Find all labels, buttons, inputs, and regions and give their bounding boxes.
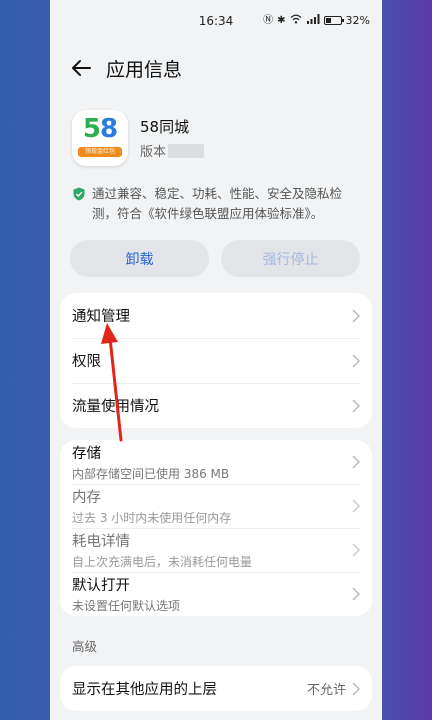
chevron-right-icon xyxy=(352,354,360,367)
open-by-default-item[interactable]: 默认打开 未设置任何默认选项 xyxy=(60,572,372,616)
action-buttons: 卸载 强行停止 xyxy=(50,224,382,277)
signal-icon xyxy=(306,14,320,27)
status-icons: Ⓝ ✱ 32% xyxy=(263,14,370,27)
display-over-other-apps-item[interactable]: 显示在其他应用的上层 不允许 xyxy=(60,666,372,711)
phone-screen: 16:34 Ⓝ ✱ 32% 应用信息 58 领现金红包 58同城 版本 通过兼容… xyxy=(50,0,382,720)
battery-icon xyxy=(323,16,344,25)
certification-text: 通过兼容、稳定、功耗、性能、安全及隐私检测，符合《软件绿色联盟应用体验标准》。 xyxy=(92,186,343,221)
list-item-value: 不允许 xyxy=(306,683,346,698)
list-item-label: 显示在其他应用的上层 xyxy=(72,682,217,698)
uninstall-button[interactable]: 卸载 xyxy=(70,240,209,277)
list-item-label: 权限 xyxy=(72,354,101,370)
chevron-right-icon xyxy=(352,682,360,695)
shield-check-icon xyxy=(73,187,85,201)
chevron-right-icon xyxy=(352,455,360,469)
app-summary: 58 领现金红包 58同城 版本 xyxy=(50,90,382,168)
battery-percent: 32% xyxy=(345,14,370,27)
chevron-right-icon xyxy=(352,499,360,513)
list-item-subtitle: 自上次充满电后，未消耗任何电量 xyxy=(72,555,253,569)
settings-card-usage: 存储 内部存储空间已使用 386 MB 内存 过去 3 小时内未使用任何内存 耗… xyxy=(60,440,372,616)
app-logo: 58 领现金红包 xyxy=(72,110,128,166)
chevron-right-icon xyxy=(352,587,360,601)
app-name: 58同城 xyxy=(140,118,190,136)
settings-card-advanced: 显示在其他应用的上层 不允许 xyxy=(60,666,372,711)
list-item-subtitle: 过去 3 小时内未使用任何内存 xyxy=(72,511,232,525)
app-bar: 应用信息 xyxy=(50,46,382,90)
chevron-right-icon xyxy=(352,309,360,322)
list-item-label: 存储 xyxy=(72,446,101,462)
app-logo-strip: 领现金红包 xyxy=(78,147,122,157)
force-stop-button[interactable]: 强行停止 xyxy=(221,240,360,277)
list-item-label: 默认打开 xyxy=(72,578,130,594)
permissions-item[interactable]: 权限 xyxy=(60,338,372,383)
nfc-icon: Ⓝ xyxy=(263,14,274,26)
list-item-subtitle: 内部存储空间已使用 386 MB xyxy=(72,467,230,481)
status-bar: 16:34 Ⓝ ✱ 32% xyxy=(50,0,382,46)
list-item-label: 通知管理 xyxy=(72,309,130,325)
notification-management-item[interactable]: 通知管理 xyxy=(60,293,372,338)
list-item-label: 流量使用情况 xyxy=(72,399,159,415)
list-item-label: 内存 xyxy=(72,490,101,506)
data-usage-item[interactable]: 流量使用情况 xyxy=(60,383,372,428)
app-version: 版本 xyxy=(140,141,205,160)
section-header-advanced: 高级 xyxy=(72,639,98,654)
chevron-right-icon xyxy=(352,399,360,412)
certification-notice: 通过兼容、稳定、功耗、性能、安全及隐私检测，符合《软件绿色联盟应用体验标准》。 xyxy=(50,168,382,224)
redacted-version xyxy=(168,143,205,158)
list-item-subtitle: 未设置任何默认选项 xyxy=(72,599,181,613)
settings-card-basic: 通知管理 权限 流量使用情况 xyxy=(60,293,372,428)
list-item-label: 耗电详情 xyxy=(72,534,130,550)
app-version-prefix: 版本 xyxy=(140,145,167,160)
storage-item[interactable]: 存储 内部存储空间已使用 386 MB xyxy=(60,440,372,484)
back-arrow-icon[interactable] xyxy=(70,57,92,79)
chevron-right-icon xyxy=(352,543,360,557)
page-title: 应用信息 xyxy=(106,58,183,81)
battery-usage-item[interactable]: 耗电详情 自上次充满电后，未消耗任何电量 xyxy=(60,528,372,572)
bluetooth-icon: ✱ xyxy=(277,14,286,26)
memory-item[interactable]: 内存 过去 3 小时内未使用任何内存 xyxy=(60,484,372,528)
wifi-icon xyxy=(290,14,302,27)
